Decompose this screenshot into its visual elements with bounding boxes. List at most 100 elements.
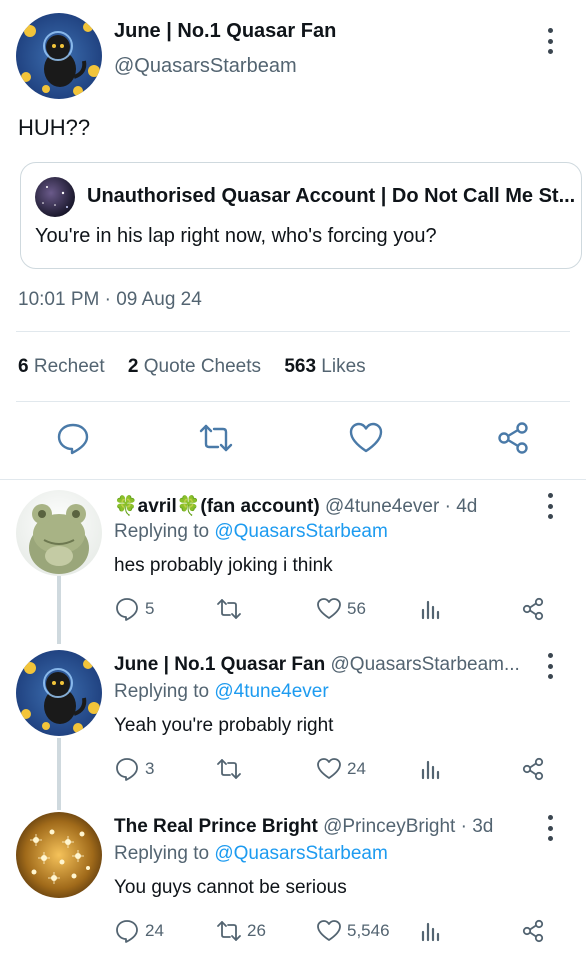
reply-icon xyxy=(116,758,138,781)
likes-count: 563 xyxy=(284,356,317,377)
quote-stat[interactable]: 2 Quote Cheets xyxy=(128,356,261,377)
share-button[interactable] xyxy=(495,420,535,460)
views-button[interactable] xyxy=(418,916,444,946)
reply-handle-time[interactable]: @4tune4ever · 4d xyxy=(325,496,477,517)
reply-actions: 5 56 xyxy=(114,594,564,624)
like-icon xyxy=(317,758,341,779)
like-button[interactable]: 5,546 xyxy=(316,916,390,946)
share-icon xyxy=(498,422,528,454)
reply-author-name[interactable]: 🍀avril🍀(fan account) xyxy=(114,496,320,517)
recheet-icon xyxy=(217,759,241,779)
author-name[interactable]: June | No.1 Quasar Fan xyxy=(114,20,336,43)
like-icon xyxy=(317,920,341,941)
reply-count: 24 xyxy=(145,921,164,940)
reply-tweet[interactable]: June | No.1 Quasar Fan @QuasarsStarbeam.… xyxy=(0,640,586,800)
recheet-label: Recheet xyxy=(33,356,105,377)
divider xyxy=(16,401,570,402)
more-options-icon[interactable] xyxy=(542,653,558,679)
author-handle[interactable]: @QuasarsStarbeam xyxy=(114,55,297,78)
reply-text: hes probably joking i think xyxy=(114,555,333,576)
mention-link[interactable]: @QuasarsStarbeam xyxy=(214,843,387,864)
reply-header: 🍀avril🍀(fan account) @4tune4ever · 4d xyxy=(114,494,477,518)
reply-icon xyxy=(116,920,138,943)
recheet-button[interactable] xyxy=(216,594,247,624)
share-icon xyxy=(522,919,544,943)
reply-button[interactable] xyxy=(55,420,95,460)
reply-button[interactable]: 5 xyxy=(114,594,154,624)
recheet-button[interactable] xyxy=(198,420,238,460)
recheet-stat[interactable]: 6 Recheet xyxy=(18,356,105,377)
more-options-icon[interactable] xyxy=(542,28,558,54)
reply-button[interactable]: 3 xyxy=(114,754,154,784)
replying-to: Replying to @4tune4ever xyxy=(114,681,329,703)
quote-avatar xyxy=(35,177,75,217)
recheet-icon xyxy=(217,599,241,619)
bar-chart-icon xyxy=(421,760,440,780)
divider xyxy=(16,331,570,332)
share-button[interactable] xyxy=(520,594,546,624)
like-button[interactable]: 56 xyxy=(316,594,366,624)
avatar[interactable] xyxy=(16,13,102,99)
reply-icon xyxy=(116,598,138,621)
like-icon xyxy=(349,422,383,453)
reply-count: 3 xyxy=(145,759,155,778)
avatar[interactable] xyxy=(16,812,102,898)
views-button[interactable] xyxy=(418,754,444,784)
reply-button[interactable]: 24 xyxy=(114,916,164,946)
action-bar xyxy=(0,420,586,460)
reply-actions: 24 26 5,546 xyxy=(114,916,564,946)
like-button[interactable]: 24 xyxy=(316,754,366,784)
reply-tweet[interactable]: 🍀avril🍀(fan account) @4tune4ever · 4d Re… xyxy=(0,480,586,640)
mention-link[interactable]: @QuasarsStarbeam xyxy=(214,521,387,542)
reply-count: 5 xyxy=(145,599,155,618)
reply-handle-time[interactable]: @QuasarsStarbeam... xyxy=(331,654,520,675)
share-icon xyxy=(522,757,544,781)
quote-text: You're in his lap right now, who's forci… xyxy=(35,225,437,247)
replying-label: Replying to xyxy=(114,521,210,542)
share-button[interactable] xyxy=(520,916,546,946)
avatar[interactable] xyxy=(16,650,102,736)
replying-to: Replying to @QuasarsStarbeam xyxy=(114,843,388,865)
quoted-tweet[interactable]: Unauthorised Quasar Account | Do Not Cal… xyxy=(20,162,582,269)
reply-handle-time[interactable]: @PrinceyBright · 3d xyxy=(323,816,493,837)
share-button[interactable] xyxy=(520,754,546,784)
recheet-icon xyxy=(199,424,233,452)
recheet-count: 26 xyxy=(247,921,266,940)
replying-to: Replying to @QuasarsStarbeam xyxy=(114,521,388,543)
more-options-icon[interactable] xyxy=(542,815,558,841)
replying-label: Replying to xyxy=(114,681,210,702)
recheet-count: 6 xyxy=(18,356,29,377)
like-icon xyxy=(317,598,341,619)
bar-chart-icon xyxy=(421,922,440,942)
views-button[interactable] xyxy=(418,594,444,624)
reply-author-name[interactable]: June | No.1 Quasar Fan xyxy=(114,654,325,675)
bar-chart-icon xyxy=(421,600,440,620)
likes-stat[interactable]: 563 Likes xyxy=(284,356,365,377)
quote-author-name: Unauthorised Quasar Account | Do Not Cal… xyxy=(87,185,576,207)
reply-icon xyxy=(57,423,89,455)
recheet-button[interactable] xyxy=(216,754,247,784)
recheet-icon xyxy=(217,921,241,941)
reply-text: Yeah you're probably right xyxy=(114,715,334,736)
tweet-text: HUH?? xyxy=(18,115,91,140)
main-tweet: June | No.1 Quasar Fan @QuasarsStarbeam … xyxy=(0,0,586,480)
timestamp: 10:01 PM · 09 Aug 24 xyxy=(18,289,202,310)
like-count: 56 xyxy=(347,599,366,618)
like-count: 5,546 xyxy=(347,921,390,940)
likes-label: Likes xyxy=(321,356,366,377)
engagement-stats: 6 Recheet 2 Quote Cheets 563 Likes xyxy=(18,356,384,378)
reply-header: June | No.1 Quasar Fan @QuasarsStarbeam.… xyxy=(114,654,520,676)
reply-author-name[interactable]: The Real Prince Bright xyxy=(114,816,318,837)
share-icon xyxy=(522,597,544,621)
more-options-icon[interactable] xyxy=(542,493,558,519)
like-button[interactable] xyxy=(348,420,388,460)
reply-actions: 3 24 xyxy=(114,754,564,784)
like-count: 24 xyxy=(347,759,366,778)
quote-count: 2 xyxy=(127,356,139,377)
recheet-button[interactable]: 26 xyxy=(216,916,266,946)
reply-text: You guys cannot be serious xyxy=(114,877,347,898)
quote-label: Quote Cheets xyxy=(143,356,262,377)
reply-tweet[interactable]: The Real Prince Bright @PrinceyBright · … xyxy=(0,800,586,960)
avatar[interactable] xyxy=(16,490,102,576)
mention-link[interactable]: @4tune4ever xyxy=(214,681,328,702)
